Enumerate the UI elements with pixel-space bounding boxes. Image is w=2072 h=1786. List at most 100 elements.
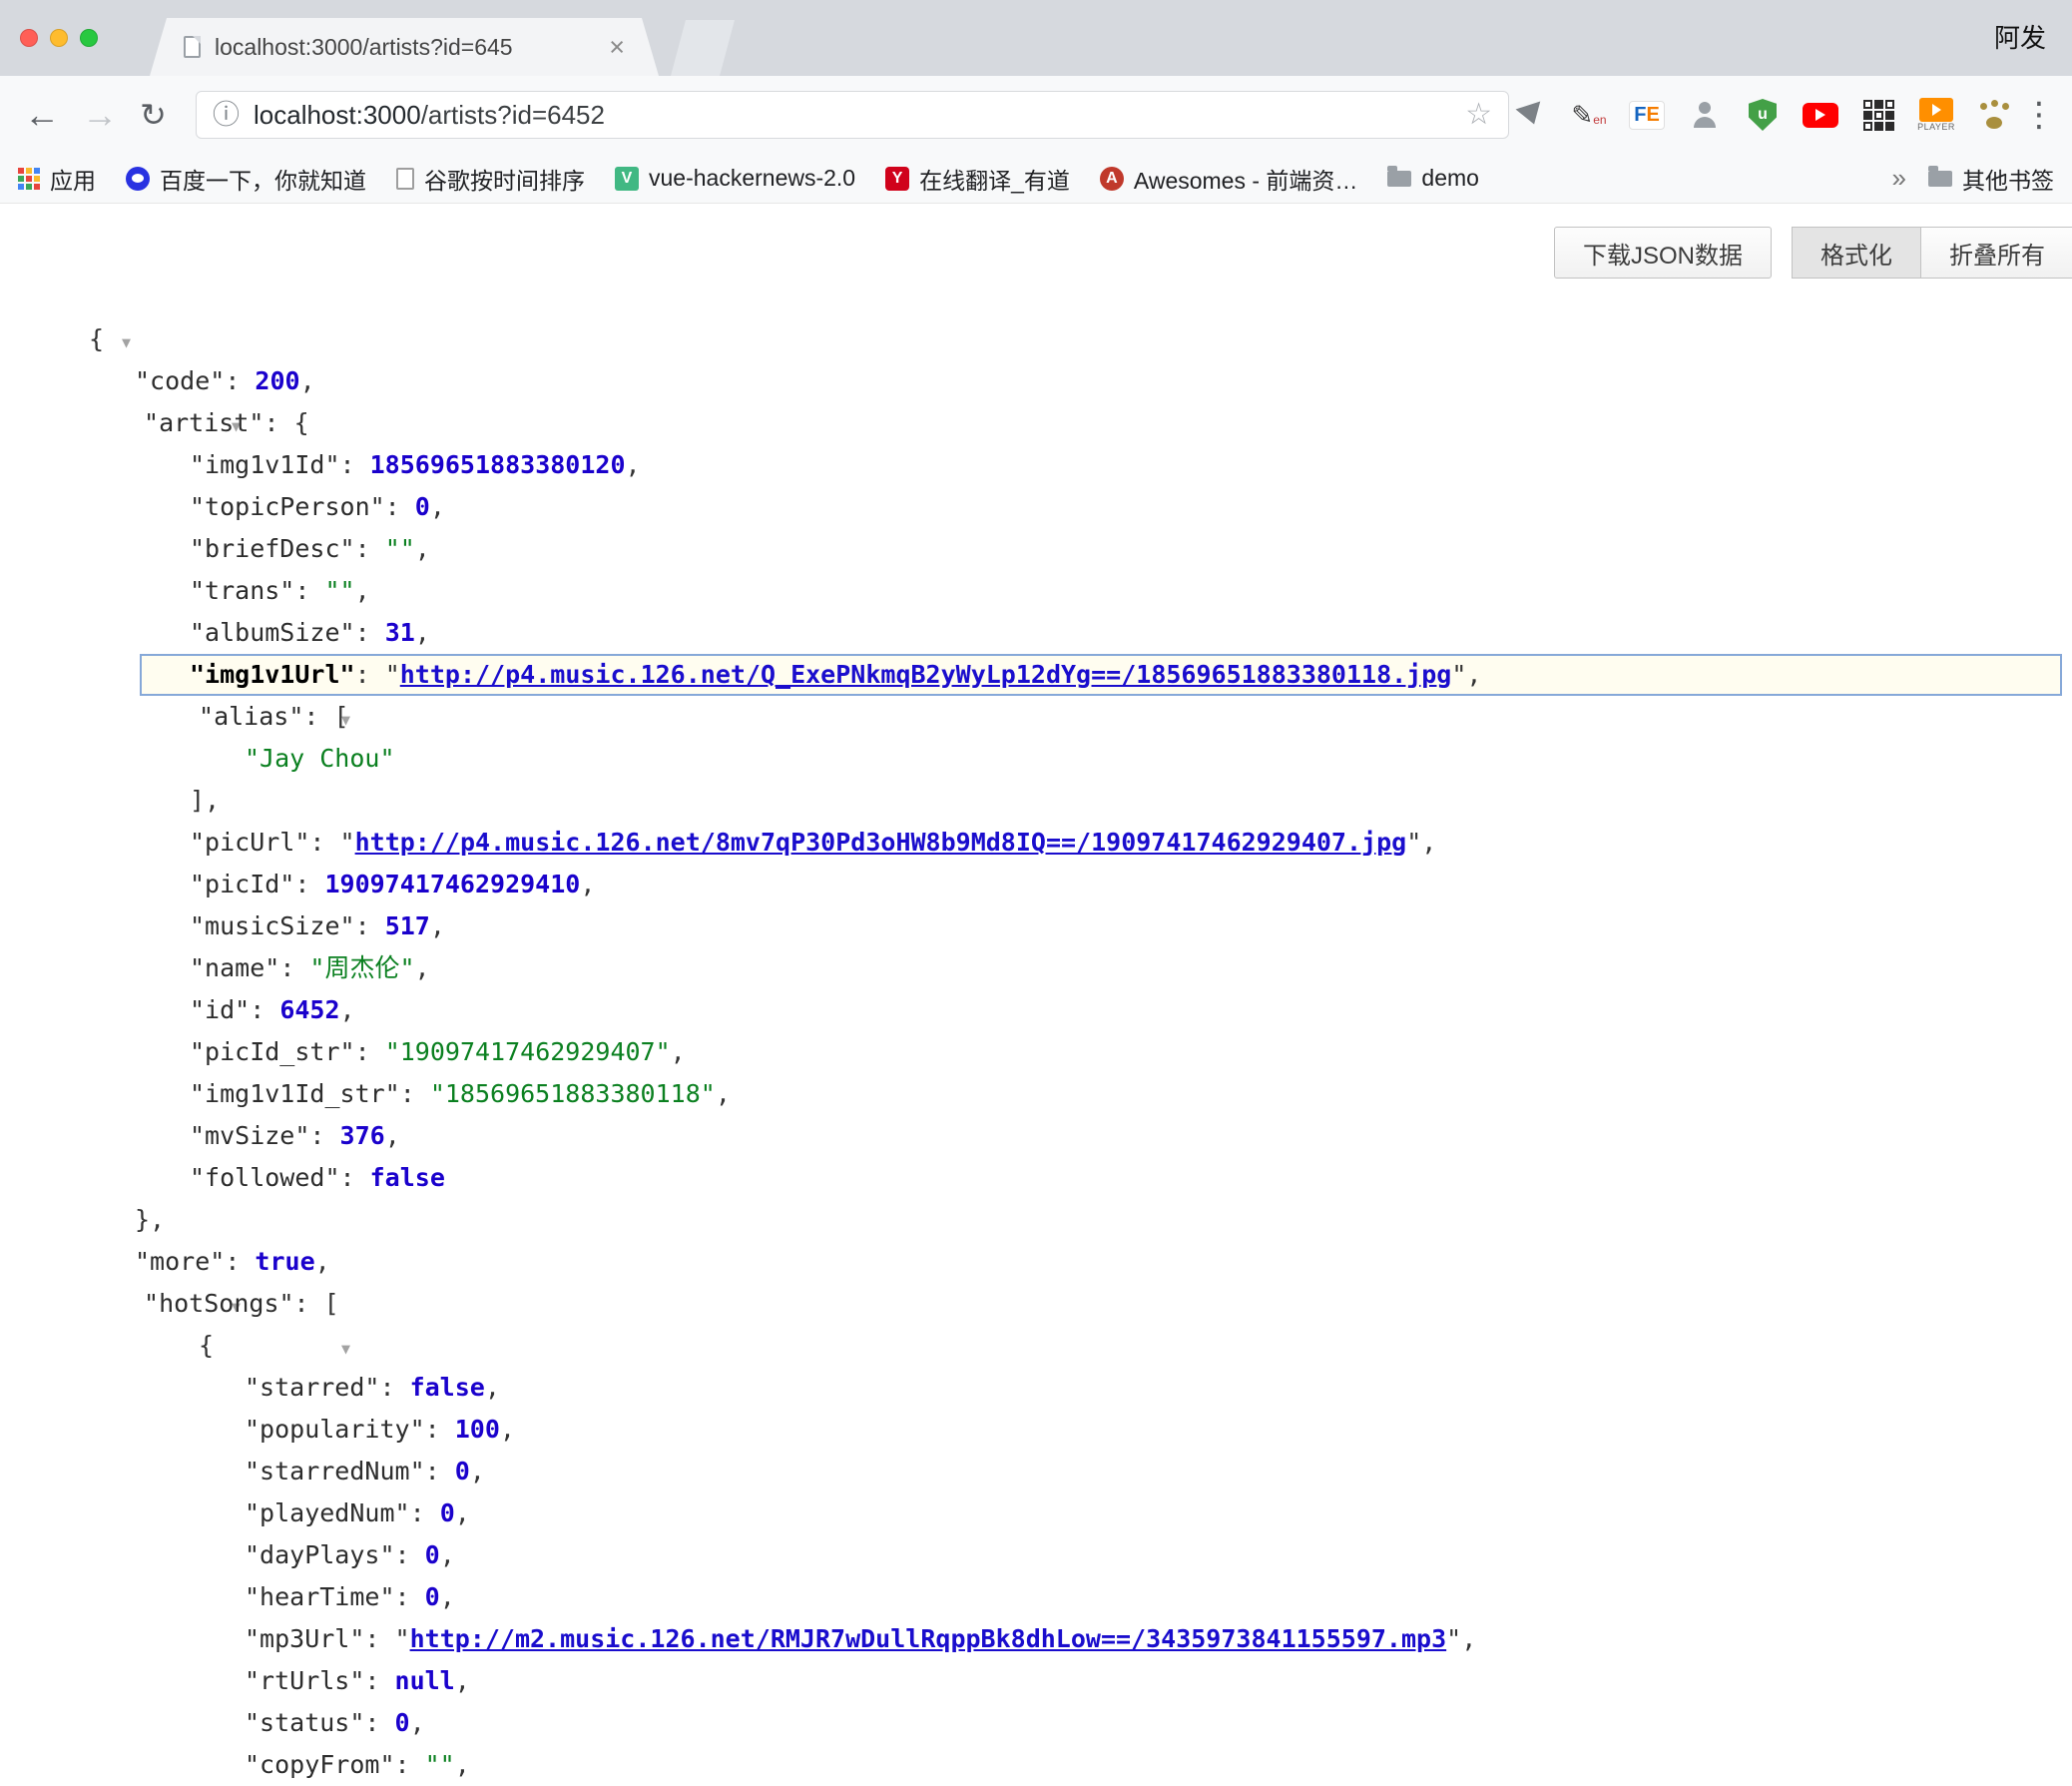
page-content: 下载JSON数据 格式化 折叠所有 ▼{"code": 200,▼"artist… (0, 205, 2072, 1751)
person-extension-icon[interactable] (1685, 93, 1725, 137)
extension-toolbar: ✎en FE u PLAYER (1511, 76, 2014, 154)
player-extension-icon[interactable]: PLAYER (1916, 93, 1956, 137)
tab-close-icon[interactable]: × (609, 34, 625, 61)
tab-strip: localhost:3000/artists?id=645 × 阿发 (0, 0, 2072, 76)
json-value-literal: 0 (415, 492, 430, 521)
new-tab-button[interactable] (671, 20, 735, 76)
folder-favicon (1387, 171, 1411, 187)
json-key: "code" (135, 366, 225, 395)
collapse-all-button[interactable]: 折叠所有 (1920, 227, 2072, 279)
page-favicon-icon (184, 36, 201, 58)
pen-icon: ✎en (1571, 102, 1606, 128)
youtube-play-icon (1803, 103, 1838, 128)
json-punctuation: , (385, 1121, 400, 1150)
json-key: "musicSize" (190, 911, 355, 940)
json-line: ▼"alias": [ (0, 696, 2072, 738)
bookmark-star-icon[interactable]: ☆ (1465, 100, 1492, 130)
bookmark-item-apps[interactable]: 应用 (18, 162, 96, 196)
json-line-highlighted: "img1v1Url": "http://p4.music.126.net/Q_… (0, 654, 2072, 696)
bookmark-items: 百度一下，你就知道 谷歌按时间排序 Vvue-hackernews-2.0 Y在线翻译… (126, 162, 1479, 196)
json-punctuation: : (355, 1037, 385, 1066)
zoom-window-button[interactable] (80, 29, 98, 47)
shield-extension-icon[interactable]: u (1743, 93, 1783, 137)
json-punctuation: [ (334, 702, 349, 731)
other-bookmarks-button[interactable]: 其他书签 (1928, 162, 2054, 196)
json-punctuation: : (410, 1498, 440, 1527)
json-key: "img1v1Id" (190, 450, 340, 479)
json-line: "briefDesc": "", (0, 528, 2072, 570)
bookmark-item[interactable]: AAwesomes - 前端资… (1100, 162, 1358, 196)
youtube-extension-icon[interactable] (1801, 93, 1840, 137)
json-value-string: "19097417462929407" (385, 1037, 671, 1066)
json-link[interactable]: http://m2.music.126.net/RMJR7wDullRqppBk… (410, 1624, 1447, 1653)
json-punctuation: , (315, 1247, 330, 1276)
json-line: "albumSize": 31, (0, 612, 2072, 654)
bookmark-item[interactable]: Y在线翻译_有道 (885, 162, 1070, 196)
bookmark-item[interactable]: 谷歌按时间排序 (396, 162, 585, 196)
json-line: "id": 6452, (0, 989, 2072, 1031)
arrow-extension-icon[interactable] (1511, 93, 1551, 137)
json-punctuation: : (225, 366, 255, 395)
json-key: "hotSongs" (144, 1289, 294, 1318)
json-line: "img1v1Id_str": "18569651883380118", (0, 1073, 2072, 1115)
json-line: }, (0, 1199, 2072, 1241)
format-button[interactable]: 格式化 (1792, 227, 1921, 279)
json-key: "popularity" (245, 1415, 425, 1444)
back-icon[interactable]: ← (24, 76, 60, 154)
json-link[interactable]: http://p4.music.126.net/Q_ExePNkmqB2yWyL… (400, 660, 1452, 689)
bookmark-item[interactable]: 百度一下，你就知道 (126, 162, 366, 196)
json-line: "followed": false (0, 1157, 2072, 1199)
browser-tab[interactable]: localhost:3000/artists?id=645 × (150, 18, 659, 76)
json-key: "trans" (190, 576, 294, 605)
qrcode-extension-icon[interactable] (1858, 93, 1898, 137)
download-json-button[interactable]: 下载JSON数据 (1554, 227, 1772, 279)
json-punctuation: { (199, 1331, 214, 1360)
json-line: "picId_str": "19097417462929407", (0, 1031, 2072, 1073)
bookmark-item[interactable]: demo (1387, 165, 1479, 192)
close-window-button[interactable] (20, 29, 38, 47)
other-bookmarks-label: 其他书签 (1962, 162, 2054, 196)
paw-extension-icon[interactable] (1974, 93, 2014, 137)
json-key: "starred" (245, 1373, 379, 1402)
json-key: "id" (190, 995, 250, 1024)
json-key: "img1v1Id_str" (190, 1079, 400, 1108)
bookmark-label: 谷歌按时间排序 (424, 162, 585, 196)
minimize-window-button[interactable] (50, 29, 68, 47)
url-text[interactable]: localhost:3000/artists?id=6452 (254, 100, 1465, 131)
fe-extension-icon[interactable]: FE (1627, 93, 1667, 137)
person-icon (1691, 101, 1719, 129)
json-value-string: "" (385, 534, 415, 563)
bookmark-item[interactable]: Vvue-hackernews-2.0 (615, 165, 855, 192)
json-punctuation: : (279, 953, 309, 982)
json-line: "mvSize": 376, (0, 1115, 2072, 1157)
address-bar[interactable]: ⓘ localhost:3000/artists?id=6452 ☆ (196, 91, 1509, 139)
json-value-literal: false (370, 1163, 445, 1192)
triangle-icon (1516, 101, 1547, 128)
json-line: "code": 200, (0, 360, 2072, 402)
json-value-literal: 18569651883380120 (370, 450, 626, 479)
bookmarks-overflow-icon[interactable]: » (1892, 163, 1906, 194)
translate-extension-icon[interactable]: ✎en (1569, 93, 1609, 137)
json-value-literal: 0 (455, 1457, 470, 1486)
json-punctuation: : (225, 1247, 255, 1276)
json-punctuation: { (294, 408, 309, 437)
page-info-icon[interactable]: ⓘ (213, 102, 240, 129)
collapse-toggle-icon[interactable]: ▼ (341, 1340, 350, 1358)
json-value-literal: false (410, 1373, 485, 1402)
json-punctuation: , (430, 911, 445, 940)
json-punctuation: : (355, 911, 385, 940)
json-punctuation: ], (190, 786, 220, 815)
json-punctuation: , (440, 1540, 455, 1569)
json-value-literal: 376 (340, 1121, 385, 1150)
collapse-toggle-icon[interactable]: ▼ (122, 333, 131, 351)
json-link[interactable]: http://p4.music.126.net/8mv7qP30Pd3oHW8b… (355, 828, 1407, 857)
json-punctuation: , (671, 1037, 686, 1066)
json-punctuation: , (415, 534, 430, 563)
json-line: "copyFrom": "", (0, 1744, 2072, 1786)
json-line: ▼{ (0, 318, 2072, 360)
json-punctuation: , (485, 1373, 500, 1402)
chrome-menu-icon[interactable]: ⋮ (2022, 76, 2056, 154)
profile-name[interactable]: 阿发 (1994, 0, 2046, 76)
json-punctuation: " (340, 828, 355, 857)
reload-icon[interactable]: ↻ (140, 76, 167, 154)
